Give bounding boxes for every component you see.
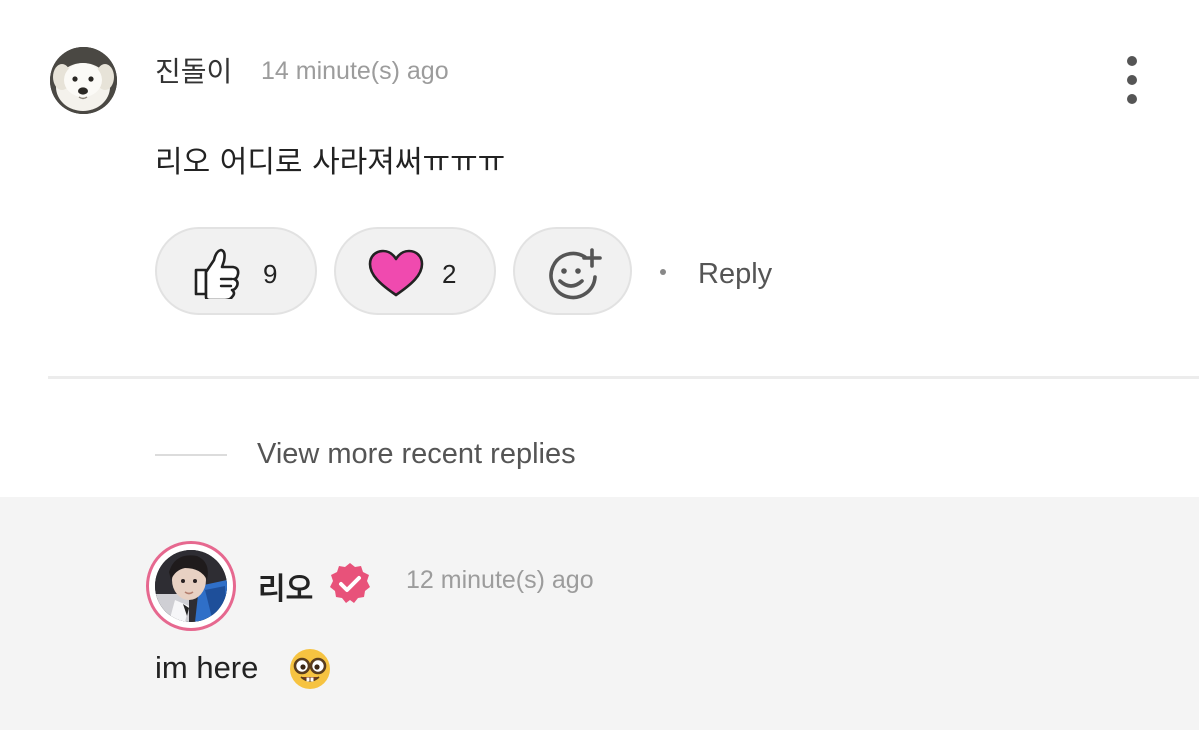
comment-timestamp: 14 minute(s) ago: [261, 57, 449, 85]
dog-avatar-image: [50, 47, 117, 114]
view-more-replies-link[interactable]: View more recent replies: [257, 438, 576, 471]
separator-dot: [660, 269, 666, 275]
like-count: 9: [263, 259, 278, 289]
user-avatar-image: [155, 550, 227, 622]
like-reaction-button[interactable]: 9: [155, 227, 317, 315]
reply-item: 리오 12 minute(s) ago im here: [0, 497, 1199, 730]
love-count: 2: [442, 259, 457, 289]
reply-button[interactable]: Reply: [698, 258, 772, 291]
more-vertical-icon: [1127, 56, 1137, 66]
reply-avatar[interactable]: [146, 541, 236, 631]
reply-text: im here: [155, 650, 259, 685]
thumbs-up-icon: [189, 245, 241, 304]
view-more-line: [155, 454, 227, 456]
comment: 진돌이 14 minute(s) ago 리오 어디로 사라져써ㅠㅠㅠ 9 2: [0, 0, 1199, 379]
divider: [48, 376, 1199, 379]
nerd-face-emoji: [288, 647, 332, 696]
heart-icon: [368, 249, 424, 302]
more-options-button[interactable]: [1112, 50, 1152, 110]
commenter-avatar[interactable]: [50, 47, 117, 114]
reply-username[interactable]: 리오: [258, 564, 313, 608]
love-reaction-button[interactable]: 2: [334, 227, 496, 315]
add-reaction-button[interactable]: [513, 227, 632, 315]
commenter-name[interactable]: 진돌이: [155, 50, 232, 90]
reply-timestamp: 12 minute(s) ago: [406, 566, 594, 594]
comment-text: 리오 어디로 사라져써ㅠㅠㅠ: [155, 145, 506, 180]
add-reaction-icon: [545, 247, 603, 306]
verified-badge-icon: [327, 561, 373, 612]
